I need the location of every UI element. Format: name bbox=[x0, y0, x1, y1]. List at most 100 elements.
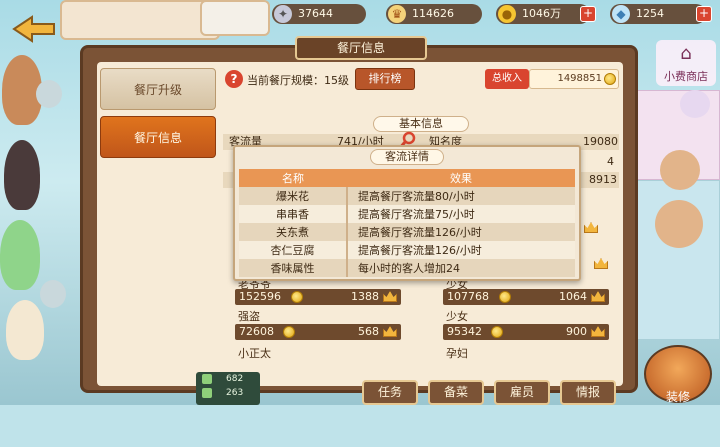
crystal-value: 1254 bbox=[636, 7, 664, 20]
ghost-character bbox=[40, 280, 66, 308]
crown-counter: ♛ 114626 bbox=[386, 4, 482, 24]
stat-value: 8913 bbox=[589, 173, 617, 186]
guest-label-girl-2: 少女 bbox=[446, 310, 468, 323]
row-effect: 提高餐厅客流量126/小时 bbox=[347, 241, 575, 259]
row-effect: 每小时的客人增加24 bbox=[347, 259, 575, 277]
guest-crowns: 1064 bbox=[559, 290, 587, 303]
gem-counter: ✦ 37644 bbox=[272, 4, 366, 24]
guest-crowns: 900 bbox=[566, 325, 587, 338]
round-table bbox=[660, 150, 700, 190]
guest-coins: 72608 bbox=[239, 325, 274, 338]
total-income-number: 1498851 bbox=[557, 73, 602, 84]
crystal-icon: ◆ bbox=[612, 5, 630, 23]
tasks-button[interactable]: 任务 bbox=[362, 380, 418, 405]
tab-restaurant-info[interactable]: 餐厅信息 bbox=[100, 116, 216, 158]
kitchen-counter bbox=[60, 0, 220, 40]
crown-icon bbox=[383, 291, 397, 302]
row-effect: 提高餐厅客流量80/小时 bbox=[347, 187, 575, 205]
leaf-icon bbox=[202, 374, 212, 384]
gem-value: 37644 bbox=[298, 7, 333, 20]
resource-bar: ✦ 37644 ♛ 114626 ● 1046万 + ◆ 1254 + bbox=[268, 2, 718, 26]
crown-icon bbox=[591, 291, 605, 302]
row-name: 香味属性 bbox=[239, 259, 348, 277]
crown-value: 114626 bbox=[412, 7, 454, 20]
crown-icon bbox=[591, 326, 605, 337]
scale-label: 当前餐厅规模：15级 bbox=[247, 74, 349, 87]
ghost-character bbox=[680, 90, 710, 118]
mini-stats: 682 263 bbox=[196, 372, 260, 405]
guest-stats-grandpa: 152596 1388 bbox=[235, 289, 401, 305]
row-name: 串串香 bbox=[239, 205, 348, 223]
fame-value: 19080 bbox=[583, 135, 618, 148]
col-effect-header: 效果 bbox=[347, 169, 575, 187]
row-name: 杏仁豆腐 bbox=[239, 241, 348, 259]
round-table bbox=[655, 200, 703, 248]
row-name: 关东煮 bbox=[239, 223, 348, 241]
popup-header: 客流详情 bbox=[235, 147, 579, 167]
row-effect: 提高餐厅客流量126/小时 bbox=[347, 223, 575, 241]
coin-icon bbox=[499, 291, 511, 303]
crystal-counter: ◆ 1254 + bbox=[610, 4, 712, 24]
shop-label: 小费商店 bbox=[664, 70, 708, 83]
stat-value: 4 bbox=[607, 155, 614, 168]
guest-stats-robber: 72608 568 bbox=[235, 324, 401, 340]
table-header-row: 名称 效果 bbox=[239, 169, 575, 187]
col-name-header: 名称 bbox=[239, 169, 347, 187]
leaf-icon bbox=[202, 388, 212, 398]
scale-row: ? 当前餐厅规模：15级 排行榜 总收入 1498851 bbox=[223, 68, 619, 92]
coin-icon: ● bbox=[498, 5, 516, 23]
staff-button[interactable]: 雇员 bbox=[494, 380, 550, 405]
table-row: 串串香 提高餐厅客流量75/小时 bbox=[239, 205, 575, 223]
panel-title: 餐厅信息 bbox=[295, 36, 427, 60]
crown-icon: ♛ bbox=[388, 5, 406, 23]
guest-crowns: 568 bbox=[358, 325, 379, 338]
customer-character bbox=[4, 140, 40, 210]
guest-coins: 107768 bbox=[447, 290, 489, 303]
back-button[interactable] bbox=[10, 14, 58, 44]
customer-character bbox=[6, 300, 44, 360]
table-row: 关东煮 提高餐厅客流量126/小时 bbox=[239, 223, 575, 241]
coin-value: 1046万 bbox=[522, 7, 561, 20]
tip-shop-button[interactable]: ⌂ 小费商店 bbox=[656, 40, 716, 86]
coin-icon bbox=[291, 291, 303, 303]
table-row: 香味属性 每小时的客人增加24 bbox=[239, 259, 575, 277]
add-coins-button[interactable]: + bbox=[580, 6, 596, 22]
mini-stat-a: 682 bbox=[226, 374, 244, 384]
row-name: 爆米花 bbox=[239, 187, 348, 205]
prep-button[interactable]: 备菜 bbox=[428, 380, 484, 405]
ghost-character bbox=[36, 80, 62, 108]
coin-counter: ● 1046万 + bbox=[496, 4, 596, 24]
customer-detail-table: 名称 效果 爆米花 提高餐厅客流量80/小时 串串香 提高餐厅客流量75/小时 … bbox=[239, 169, 575, 277]
back-arrow-icon bbox=[12, 15, 55, 43]
table-row: 杏仁豆腐 提高餐厅客流量126/小时 bbox=[239, 241, 575, 259]
crown-icon bbox=[383, 326, 397, 337]
decorate-button[interactable]: 装修 bbox=[644, 345, 712, 404]
guest-stats-girl: 107768 1064 bbox=[443, 289, 609, 305]
guest-crowns: 1388 bbox=[351, 290, 379, 303]
customer-character bbox=[0, 220, 40, 290]
shop-icon: ⌂ bbox=[680, 43, 692, 64]
customer-detail-popup: 客流详情 名称 效果 爆米花 提高餐厅客流量80/小时 串串香 提高餐厅客流量7… bbox=[233, 145, 581, 281]
mini-stat-b: 263 bbox=[226, 388, 244, 398]
intel-button[interactable]: 情报 bbox=[560, 380, 616, 405]
guest-label-little-boy: 小正太 bbox=[238, 347, 271, 360]
guest-coins: 152596 bbox=[239, 290, 281, 303]
total-income-label: 总收入 bbox=[485, 69, 529, 89]
popup-title: 客流详情 bbox=[370, 149, 444, 165]
guest-label-pregnant: 孕妇 bbox=[446, 347, 468, 360]
add-crystals-button[interactable]: + bbox=[696, 6, 712, 22]
window bbox=[200, 0, 270, 36]
guest-coins: 95342 bbox=[447, 325, 482, 338]
coin-icon bbox=[491, 326, 503, 338]
row-effect: 提高餐厅客流量75/小时 bbox=[347, 205, 575, 223]
guest-label-robber: 强盗 bbox=[238, 310, 260, 323]
basic-info-header: 基本信息 bbox=[373, 116, 469, 132]
gem-icon: ✦ bbox=[274, 5, 292, 23]
guest-stats-girl-2: 95342 900 bbox=[443, 324, 609, 340]
coin-icon bbox=[604, 73, 616, 85]
coin-icon bbox=[283, 326, 295, 338]
help-icon[interactable]: ? bbox=[225, 70, 243, 88]
ranking-button[interactable]: 排行榜 bbox=[355, 68, 415, 90]
tab-restaurant-upgrade[interactable]: 餐厅升级 bbox=[100, 68, 216, 110]
table-row: 爆米花 提高餐厅客流量80/小时 bbox=[239, 187, 575, 205]
